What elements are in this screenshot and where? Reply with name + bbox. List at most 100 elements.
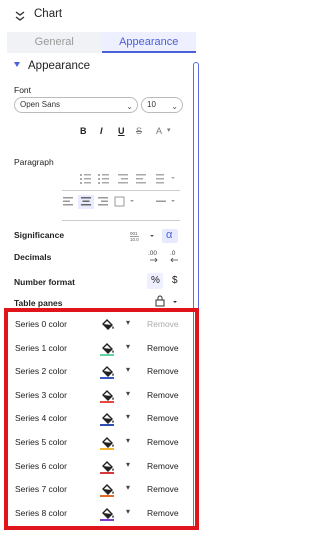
series-color-list: Series 0 color ▾ Remove Series 1 color ▾ Remo… (8, 312, 194, 526)
remove-series-color-button[interactable]: Remove (147, 437, 179, 447)
tab-general[interactable]: General (7, 32, 102, 53)
series-color-row: Series 3 color ▾ Remove (8, 384, 194, 408)
panel-title: Chart (34, 8, 63, 20)
series-color-row: Series 2 color ▾ Remove (8, 360, 194, 384)
series-color-label: Series 6 color (15, 460, 67, 471)
series-color-label: Series 4 color (15, 413, 67, 424)
lock-icon[interactable] (155, 295, 165, 307)
significance-controls: 001 10.0 (130, 229, 178, 243)
font-size-select[interactable]: 10 ⌄ (141, 97, 183, 113)
series-color-swatch (100, 448, 114, 450)
remove-series-color-button[interactable]: Remove (147, 461, 179, 471)
chevron-down-icon[interactable]: ▾ (126, 412, 130, 421)
align-left-icon[interactable] (63, 197, 73, 206)
series-color-swatch (100, 377, 114, 380)
font-size-value: 10 (147, 100, 156, 109)
divider (62, 190, 180, 191)
chevron-down-icon[interactable] (173, 301, 177, 303)
text-direction-icon[interactable] (156, 200, 166, 203)
chevron-down-icon[interactable]: ▾ (126, 318, 130, 327)
paragraph-label: Paragraph (14, 157, 54, 167)
chevron-down-icon[interactable]: ▾ (126, 389, 130, 398)
series-color-swatch (100, 353, 114, 356)
chevron-down-icon[interactable]: ▾ (126, 460, 130, 469)
font-family-select[interactable]: Open Sans ⌄ (14, 97, 138, 113)
series-color-row: Series 5 color ▾ Remove (8, 431, 194, 455)
chevron-down-icon: ⌄ (126, 102, 133, 111)
numbered-list-icon[interactable] (98, 174, 109, 184)
chevron-down-icon[interactable] (150, 235, 154, 237)
font-label: Font (14, 85, 32, 95)
series-color-label: Series 0 color (15, 319, 67, 329)
expand-triangle-icon (14, 62, 20, 67)
paragraph-align-toolbar (63, 195, 175, 209)
chevron-down-icon[interactable]: ▾ (126, 365, 130, 374)
series-color-row: Series 1 color ▾ Remove (8, 337, 194, 361)
table-panes-controls (155, 295, 177, 307)
series-color-row: Series 7 color ▾ Remove (8, 478, 194, 502)
decimals-label: Decimals (14, 252, 52, 262)
panel-tabs: General Appearance (7, 32, 196, 53)
significance-ratio-icon-denominator: 10.0 (130, 237, 139, 242)
series-color-swatch (100, 400, 114, 403)
series-color-label: Series 7 color (15, 484, 67, 495)
outdent-icon[interactable] (118, 174, 128, 184)
panel-header: Chart (0, 0, 203, 32)
currency-button[interactable]: $ (172, 275, 178, 286)
indent-icon[interactable] (136, 174, 146, 184)
series-color-label: Series 2 color (15, 366, 67, 377)
arrow-left-icon (170, 257, 178, 263)
increase-decimals-button[interactable]: .00 (148, 250, 157, 257)
chevron-down-icon[interactable]: ▾ (126, 507, 130, 516)
strikethrough-button[interactable]: S (136, 126, 142, 136)
section-title: Appearance (28, 60, 91, 72)
font-family-value: Open Sans (20, 100, 61, 109)
series-color-label: Series 8 color (15, 507, 67, 518)
series-color-swatch (100, 495, 114, 498)
tab-appearance[interactable]: Appearance (101, 32, 196, 53)
chevron-down-icon[interactable] (171, 200, 175, 202)
font-color-button[interactable]: A (156, 126, 162, 136)
remove-series-color-button[interactable]: Remove (147, 319, 179, 329)
chevron-down-icon[interactable] (130, 200, 134, 202)
series-color-label: Series 5 color (15, 437, 67, 447)
series-color-swatch (100, 518, 114, 521)
table-panes-label: Table panes (14, 298, 63, 308)
divider (62, 220, 180, 221)
bold-button[interactable]: B (80, 126, 87, 136)
chevron-down-icon[interactable]: ▾ (167, 126, 171, 134)
bullet-list-icon[interactable] (80, 174, 91, 184)
arrow-right-icon (150, 257, 158, 263)
italic-button[interactable]: I (100, 126, 103, 136)
series-color-label: Series 1 color (15, 342, 67, 353)
remove-series-color-button[interactable]: Remove (147, 508, 179, 518)
decimal-arrows (150, 257, 178, 263)
vertical-align-icon[interactable] (114, 196, 125, 207)
line-spacing-icon[interactable] (156, 174, 175, 184)
chevron-down-icon[interactable]: ▾ (126, 342, 130, 351)
chevron-down-icon[interactable]: ▾ (126, 436, 130, 445)
remove-series-color-button[interactable]: Remove (147, 413, 179, 423)
series-color-swatch (100, 330, 114, 332)
collapse-panel-icon[interactable] (14, 10, 26, 22)
series-color-row: Series 8 color ▾ Remove (8, 502, 194, 526)
percent-button[interactable]: % (151, 275, 160, 286)
remove-series-color-button[interactable]: Remove (147, 390, 179, 400)
alpha-button[interactable]: α (166, 229, 172, 241)
remove-series-color-button[interactable]: Remove (147, 343, 179, 353)
align-center-icon[interactable] (81, 197, 91, 206)
significance-ratio-icon[interactable]: 001 (130, 231, 138, 236)
underline-button[interactable]: U (118, 126, 125, 136)
series-color-row: Series 4 color ▾ Remove (8, 407, 194, 431)
series-color-label: Series 3 color (15, 389, 67, 400)
chevron-down-icon: ⌄ (171, 102, 178, 111)
align-right-icon[interactable] (98, 197, 108, 206)
remove-series-color-button[interactable]: Remove (147, 366, 179, 376)
paragraph-list-toolbar (80, 174, 175, 184)
decrease-decimals-button[interactable]: .0 (170, 250, 175, 257)
series-color-row: Series 0 color ▾ Remove (8, 313, 194, 337)
chevron-down-icon[interactable]: ▾ (126, 483, 130, 492)
remove-series-color-button[interactable]: Remove (147, 484, 179, 494)
appearance-section-header[interactable]: Appearance (14, 60, 90, 72)
series-color-swatch (100, 471, 114, 474)
